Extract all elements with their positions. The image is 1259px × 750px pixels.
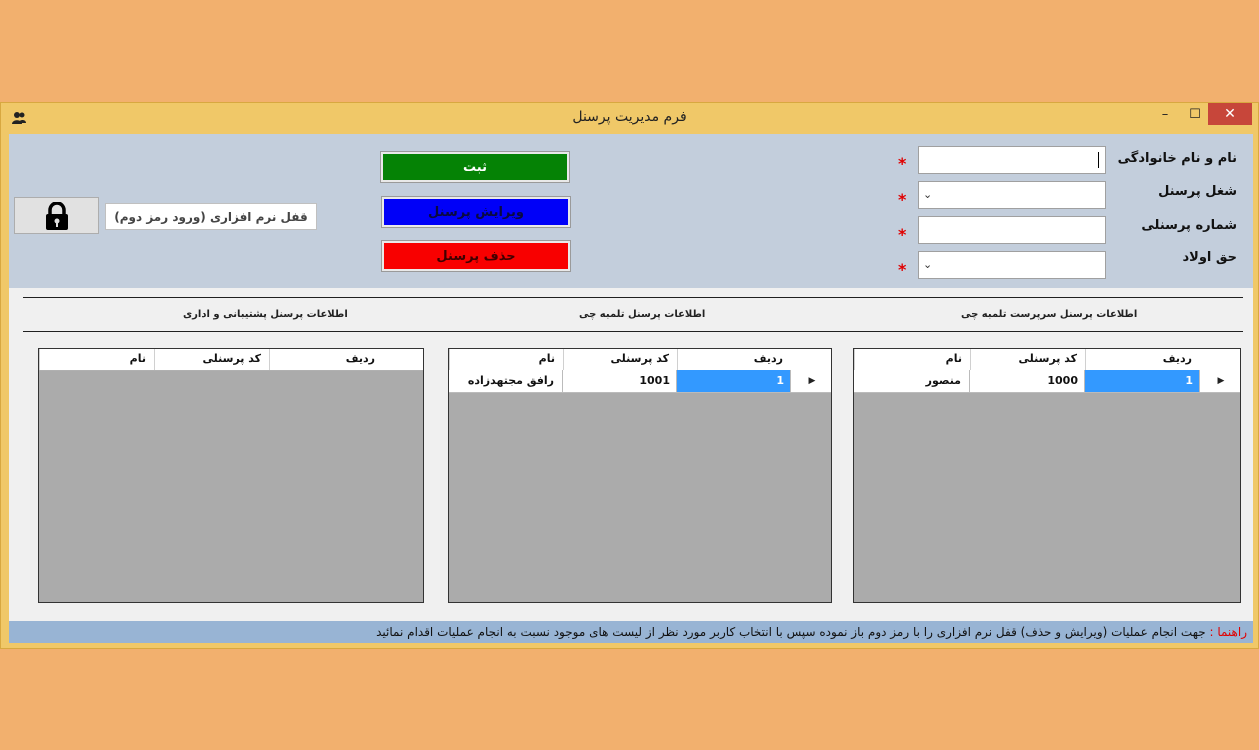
minimize-button[interactable]: – xyxy=(1151,103,1179,125)
column-header-name[interactable]: نام xyxy=(449,349,563,370)
support-staff-grid[interactable]: ردیف کد پرسنلی نام xyxy=(38,348,424,603)
field-label-job: شغل پرسنل xyxy=(1158,184,1237,199)
column-header-code[interactable]: کد پرسنلی xyxy=(970,349,1085,370)
input-panel: نام و نام خانوادگی * شغل پرسنل ⌄ * شماره… xyxy=(9,134,1253,288)
cell-code[interactable]: 1000 xyxy=(970,370,1085,393)
column-header-name[interactable]: نام xyxy=(854,349,970,370)
title-bar: فرم مدیریت پرسنل – ☐ ✕ xyxy=(1,103,1258,133)
grid-corner xyxy=(1200,349,1240,370)
help-text: جهت انجام عملیات (ویرایش و حذف) قفل نرم … xyxy=(376,625,1206,639)
supervisors-grid[interactable]: ردیف کد پرسنلی نام ▶ 1 1000 منصور xyxy=(853,348,1241,603)
cell-row[interactable]: 1 xyxy=(677,370,791,393)
maximize-button[interactable]: ☐ xyxy=(1181,103,1209,125)
column-header-name[interactable]: نام xyxy=(39,349,154,370)
software-lock-label: قفل نرم افزاری (ورود رمز دوم) xyxy=(105,203,317,230)
window-title: فرم مدیریت پرسنل xyxy=(572,109,687,125)
lock-button[interactable] xyxy=(14,197,99,234)
field-label-personnel-number: شماره پرسنلی xyxy=(1141,218,1237,233)
save-button[interactable]: ثبت xyxy=(380,151,570,183)
form-client-area: نام و نام خانوادگی * شغل پرسنل ⌄ * شماره… xyxy=(9,134,1253,643)
grid-corner xyxy=(383,349,423,370)
grid-header: ردیف کد پرسنلی نام xyxy=(449,349,831,371)
close-button[interactable]: ✕ xyxy=(1208,103,1252,125)
chevron-down-icon: ⌄ xyxy=(923,188,933,201)
cell-code[interactable]: 1001 xyxy=(563,370,677,393)
child-allowance-combo[interactable]: ⌄ xyxy=(918,251,1106,279)
cell-name[interactable]: رافق مجتهدزاده xyxy=(449,370,563,393)
help-status-bar: راهنما : جهت انجام عملیات (ویرایش و حذف)… xyxy=(9,621,1253,643)
required-marker: * xyxy=(898,154,907,173)
column-header-row[interactable]: ردیف xyxy=(1085,349,1200,370)
row-pointer-icon: ▶ xyxy=(1200,370,1240,393)
field-label-fullname: نام و نام خانوادگی xyxy=(1117,151,1237,166)
field-label-child-allowance: حق اولاد xyxy=(1182,250,1237,265)
table-row[interactable]: ▶ 1 1000 منصور xyxy=(854,370,1240,393)
section-title-support-staff: اطلاعات پرسنل پشتیبانی و اداری xyxy=(183,309,348,320)
personnel-number-input[interactable] xyxy=(918,216,1106,244)
column-header-row[interactable]: ردیف xyxy=(269,349,383,370)
table-row[interactable]: ▶ 1 1001 رافق مجتهدزاده xyxy=(449,370,831,393)
pump-operators-grid[interactable]: ردیف کد پرسنلی نام ▶ 1 1001 رافق مجتهدزا… xyxy=(448,348,832,603)
column-header-code[interactable]: کد پرسنلی xyxy=(563,349,677,370)
grid-header: ردیف کد پرسنلی نام xyxy=(854,349,1240,371)
divider xyxy=(23,297,1243,298)
job-combo[interactable]: ⌄ xyxy=(918,181,1106,209)
divider xyxy=(23,331,1243,332)
section-title-supervisors: اطلاعات پرسنل سرپرست تلمبه چی xyxy=(961,309,1138,320)
section-title-pump-operators: اطلاعات پرسنل تلمبه چی xyxy=(579,309,706,320)
chevron-down-icon: ⌄ xyxy=(923,258,933,271)
main-window: فرم مدیریت پرسنل – ☐ ✕ نام و نام خانوادگ… xyxy=(0,102,1259,649)
column-header-row[interactable]: ردیف xyxy=(677,349,791,370)
edit-personnel-button[interactable]: ویرایش پرسنل xyxy=(381,196,571,228)
delete-personnel-button[interactable]: حذف پرسنل xyxy=(381,240,571,272)
help-label: راهنما : xyxy=(1209,625,1247,639)
grid-header: ردیف کد پرسنلی نام xyxy=(39,349,423,371)
required-marker: * xyxy=(898,225,907,244)
cell-name[interactable]: منصور xyxy=(854,370,970,393)
required-marker: * xyxy=(898,260,907,279)
fullname-input[interactable] xyxy=(918,146,1106,174)
grid-corner xyxy=(791,349,831,370)
required-marker: * xyxy=(898,190,907,209)
cell-row[interactable]: 1 xyxy=(1085,370,1200,393)
lock-icon xyxy=(45,201,68,230)
column-header-code[interactable]: کد پرسنلی xyxy=(154,349,269,370)
row-pointer-icon: ▶ xyxy=(791,370,831,393)
